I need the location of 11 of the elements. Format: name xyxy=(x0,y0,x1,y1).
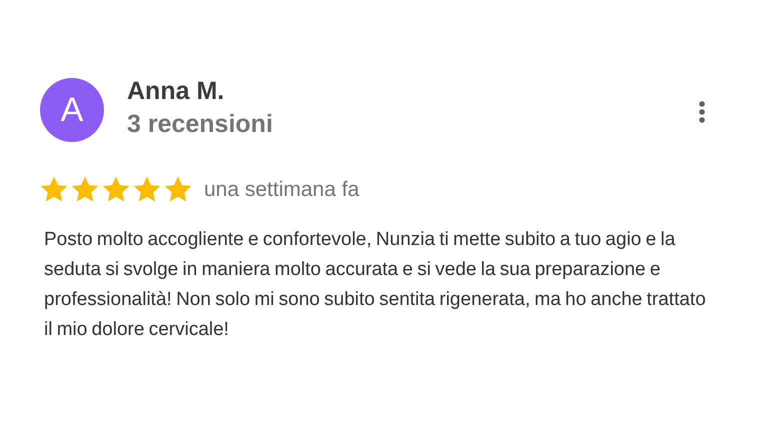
star-icon xyxy=(164,176,192,203)
more-options-icon[interactable] xyxy=(698,100,706,124)
star-icon xyxy=(133,176,161,203)
star-icon xyxy=(102,176,130,203)
avatar: A xyxy=(40,78,104,142)
star-icon xyxy=(71,176,99,203)
review-text: Posto molto accogliente e confortevole, Nunzia ti mette subito a tuo agio e la seduta si svolge in maniera molto accurata e si vede la sua preparazione e professionalità! Non solo mi sono subito sentita rigenerata, ma ho anche trattato il mio dolore cervicale! xyxy=(44,228,707,342)
review-time: una settimana fa xyxy=(204,178,360,202)
review-count: 3 recensioni xyxy=(127,110,274,139)
star-icon xyxy=(40,176,68,203)
author-name: Anna M. xyxy=(127,77,226,106)
